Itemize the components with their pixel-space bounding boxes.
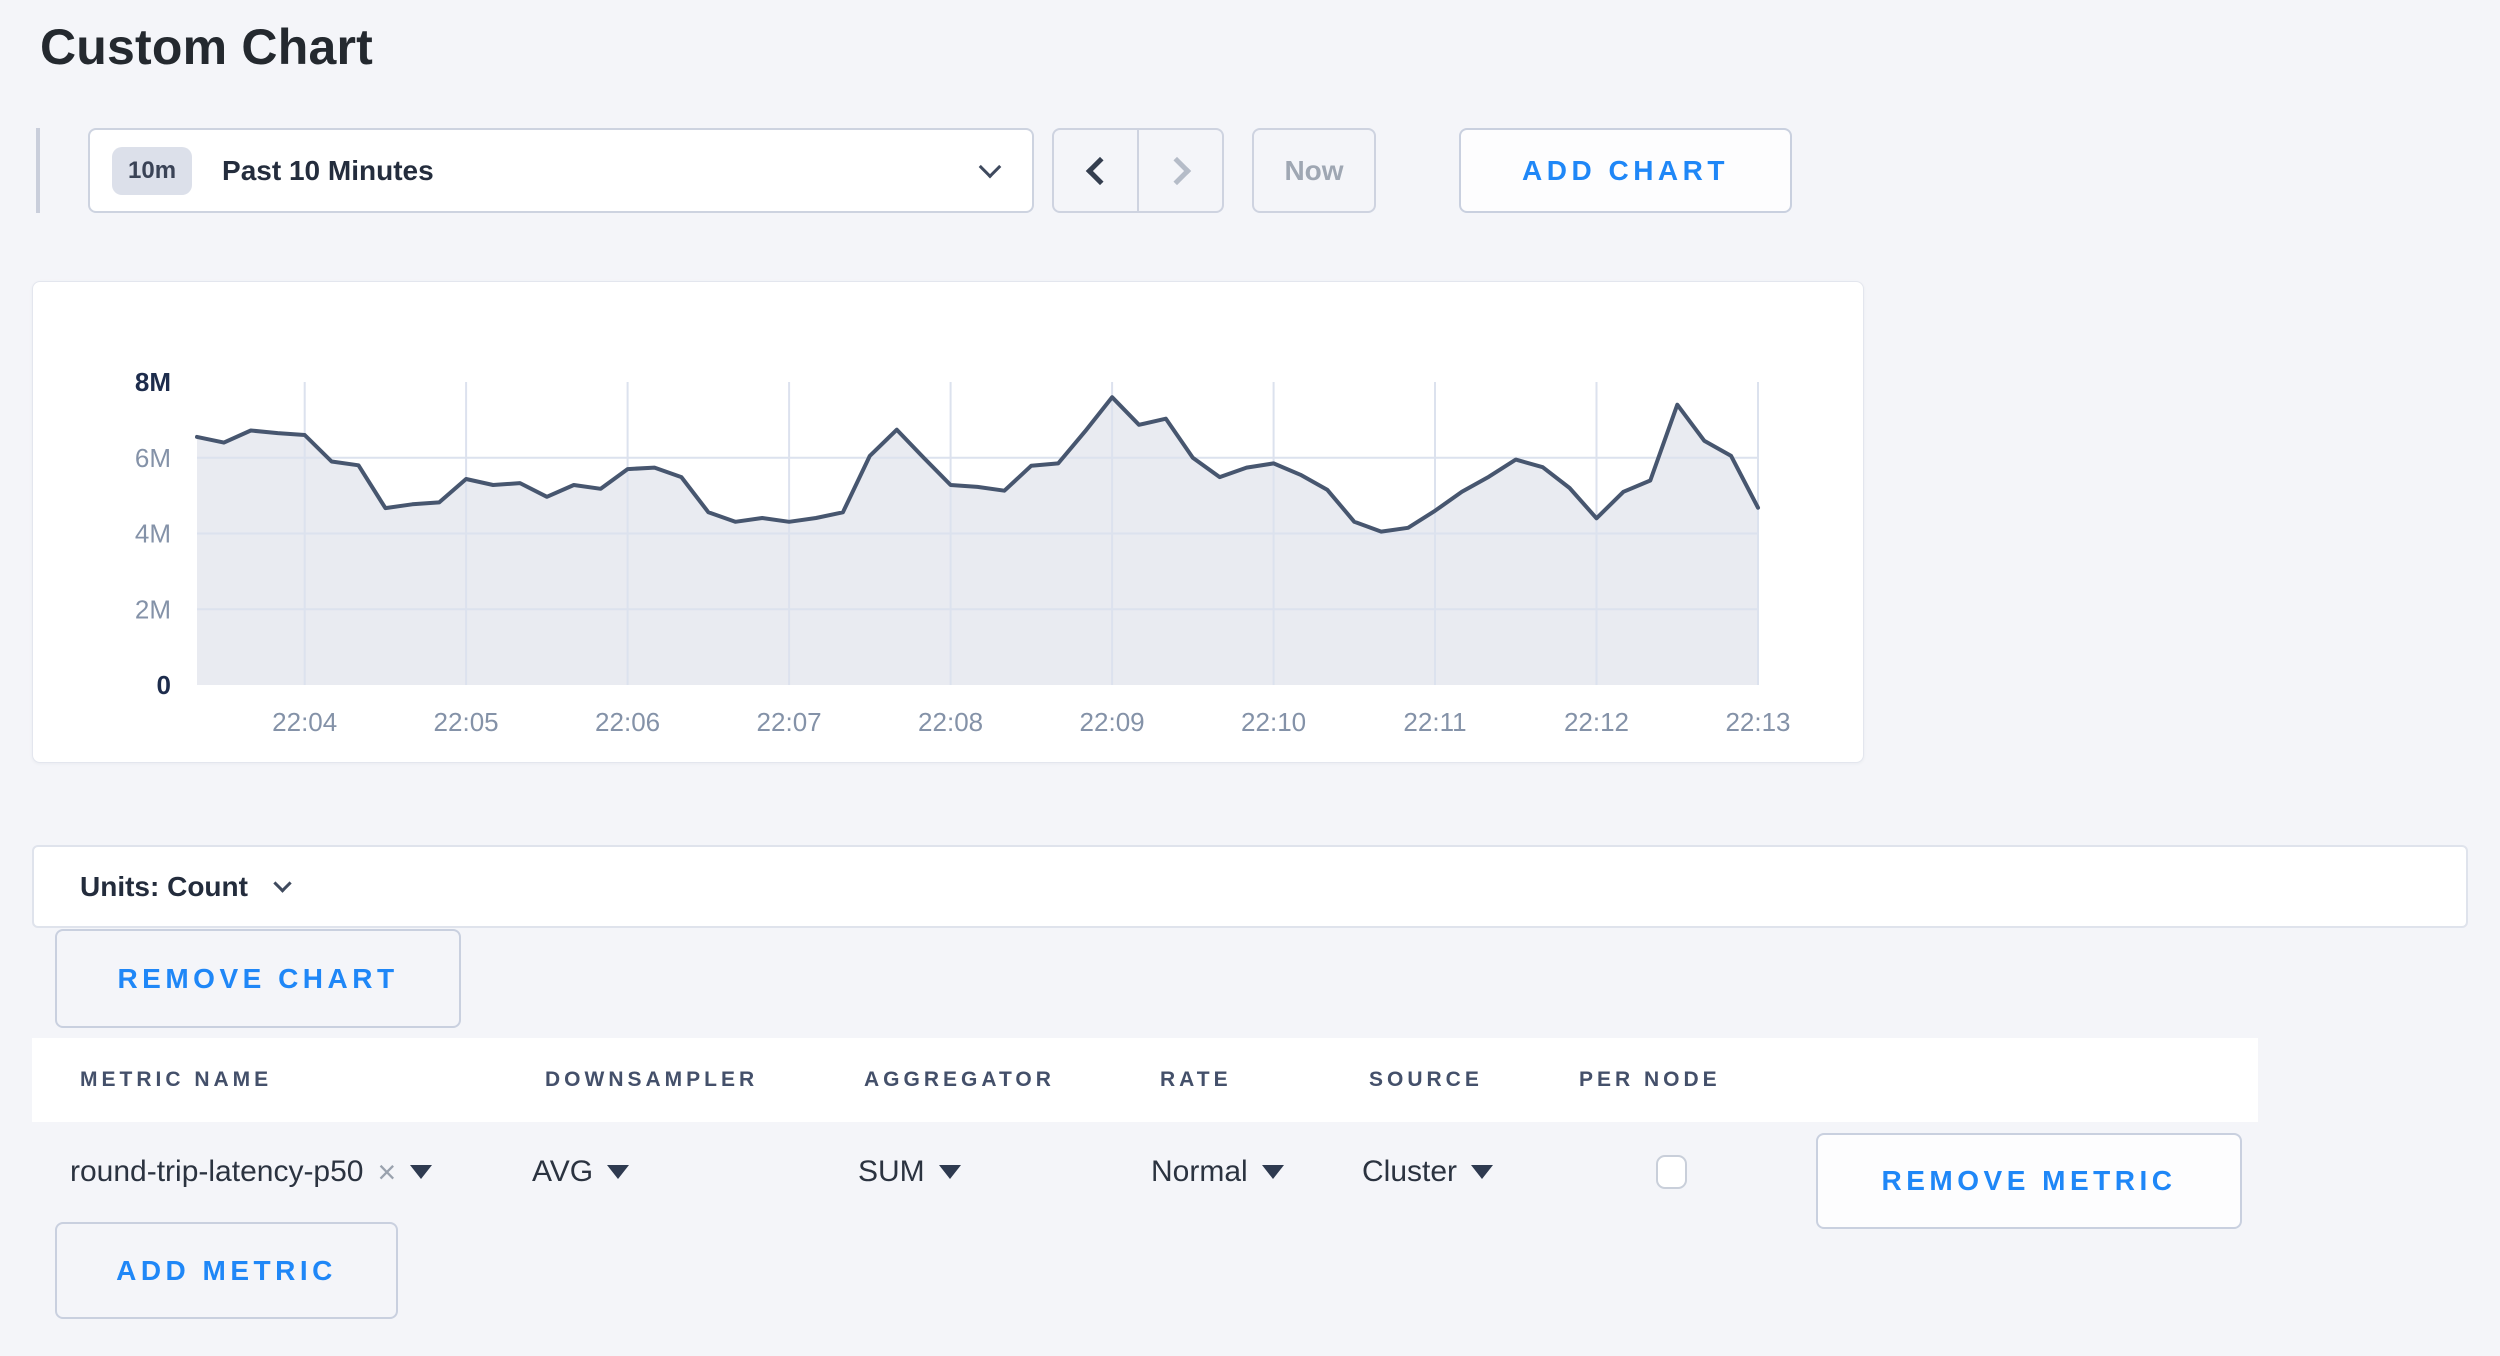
svg-text:22:11: 22:11 <box>1403 707 1466 737</box>
time-range-dropdown[interactable]: 10m Past 10 Minutes <box>88 128 1034 213</box>
svg-text:22:12: 22:12 <box>1564 707 1629 737</box>
prev-time-button[interactable] <box>1054 130 1139 211</box>
rate-dropdown[interactable]: Normal <box>1151 1140 1284 1204</box>
toolbar-accent-divider <box>36 128 40 213</box>
column-header-per-node: PER NODE <box>1579 1038 1721 1122</box>
chevron-down-icon <box>979 155 1002 178</box>
units-label: Units: Count <box>80 871 248 903</box>
svg-text:2M: 2M <box>135 594 171 624</box>
now-button[interactable]: Now <box>1252 128 1376 213</box>
time-range-badge: 10m <box>112 147 192 195</box>
column-header-metric-name: METRIC NAME <box>80 1038 272 1122</box>
caret-down-icon <box>410 1165 432 1179</box>
source-value: Cluster <box>1362 1155 1457 1189</box>
chevron-down-icon <box>273 874 291 892</box>
svg-text:22:04: 22:04 <box>272 707 337 737</box>
svg-text:0: 0 <box>157 670 171 700</box>
metric-name-dropdown[interactable]: round-trip-latency-p50 × <box>70 1140 432 1204</box>
downsampler-value: AVG <box>532 1155 593 1189</box>
svg-text:22:08: 22:08 <box>918 707 983 737</box>
svg-text:8M: 8M <box>135 367 171 397</box>
column-header-source: SOURCE <box>1369 1038 1483 1122</box>
svg-text:22:06: 22:06 <box>595 707 660 737</box>
metric-name-value: round-trip-latency-p50 <box>70 1155 363 1189</box>
page-title: Custom Chart <box>40 18 373 76</box>
chevron-left-icon <box>1085 156 1113 184</box>
downsampler-dropdown[interactable]: AVG <box>532 1140 629 1204</box>
svg-text:4M: 4M <box>135 519 171 549</box>
column-header-aggregator: AGGREGATOR <box>864 1038 1055 1122</box>
clear-metric-icon[interactable]: × <box>377 1156 396 1188</box>
source-dropdown[interactable]: Cluster <box>1362 1140 1493 1204</box>
remove-metric-button[interactable]: REMOVE METRIC <box>1816 1133 2242 1229</box>
svg-text:22:13: 22:13 <box>1725 707 1790 737</box>
add-metric-button[interactable]: ADD METRIC <box>55 1222 398 1319</box>
units-dropdown[interactable]: Units: Count <box>32 845 2468 928</box>
time-range-label: Past 10 Minutes <box>222 155 982 187</box>
rate-value: Normal <box>1151 1155 1248 1189</box>
caret-down-icon <box>1471 1165 1493 1179</box>
svg-text:22:07: 22:07 <box>757 707 822 737</box>
chevron-right-icon <box>1162 156 1190 184</box>
svg-text:6M: 6M <box>135 443 171 473</box>
remove-chart-button[interactable]: REMOVE CHART <box>55 929 461 1028</box>
time-pager <box>1052 128 1224 213</box>
add-chart-button[interactable]: ADD CHART <box>1459 128 1792 213</box>
svg-text:22:10: 22:10 <box>1241 707 1306 737</box>
metrics-table-header: METRIC NAME DOWNSAMPLER AGGREGATOR RATE … <box>32 1038 2258 1122</box>
caret-down-icon <box>1262 1165 1284 1179</box>
aggregator-value: SUM <box>858 1155 925 1189</box>
next-time-button[interactable] <box>1139 130 1222 211</box>
column-header-downsampler: DOWNSAMPLER <box>545 1038 758 1122</box>
caret-down-icon <box>939 1165 961 1179</box>
svg-text:22:09: 22:09 <box>1080 707 1145 737</box>
svg-text:22:05: 22:05 <box>434 707 499 737</box>
chart-card: 22:04 22:05 22:06 22:07 22:08 22:09 22:10 22:11… <box>32 281 1864 763</box>
aggregator-dropdown[interactable]: SUM <box>858 1140 961 1204</box>
per-node-checkbox[interactable] <box>1656 1155 1687 1189</box>
metric-chart[interactable]: 22:04 22:05 22:06 22:07 22:08 22:09 22:10 22:11… <box>33 282 1863 762</box>
caret-down-icon <box>607 1165 629 1179</box>
column-header-rate: RATE <box>1160 1038 1232 1122</box>
